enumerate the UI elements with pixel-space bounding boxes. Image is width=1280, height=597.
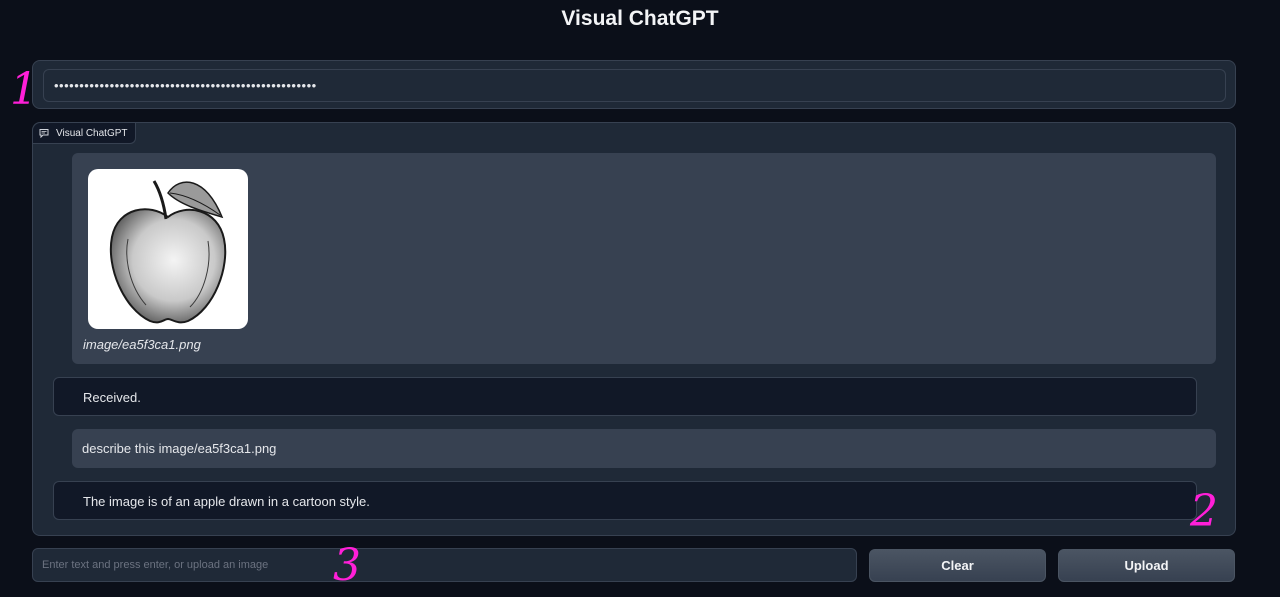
visual-chatgpt-app: Visual ChatGPT Visual ChatGPT	[0, 0, 1280, 597]
api-key-block	[32, 60, 1236, 109]
message-input[interactable]	[32, 548, 857, 582]
upload-button[interactable]: Upload	[1058, 549, 1235, 582]
user-message: describe this image/ea5f3ca1.png	[72, 429, 1216, 468]
api-key-input[interactable]	[43, 69, 1226, 102]
app-title: Visual ChatGPT	[561, 7, 719, 30]
annotation-3: 3	[333, 540, 361, 591]
bot-message: Received.	[53, 377, 1197, 416]
apple-sketch-image	[109, 180, 227, 324]
user-image-message: image/ea5f3ca1.png	[72, 153, 1216, 364]
image-caption: image/ea5f3ca1.png	[83, 337, 201, 352]
bot-message-text: Received.	[83, 390, 141, 405]
bot-message: The image is of an apple drawn in a cart…	[53, 481, 1197, 520]
chatbot-label-text: Visual ChatGPT	[56, 127, 128, 139]
annotation-1: 1	[10, 64, 38, 115]
chatbot-panel: Visual ChatGPT image/ea5f3ca1.png Receiv…	[32, 122, 1236, 536]
chat-bubble-icon	[39, 128, 49, 138]
annotation-2: 2	[1190, 486, 1218, 537]
clear-button[interactable]: Clear	[869, 549, 1046, 582]
user-message-text: describe this image/ea5f3ca1.png	[82, 441, 277, 456]
chatbot-label: Visual ChatGPT	[33, 123, 136, 144]
uploaded-image-apple[interactable]	[88, 169, 248, 329]
bot-message-text: The image is of an apple drawn in a cart…	[83, 494, 370, 509]
